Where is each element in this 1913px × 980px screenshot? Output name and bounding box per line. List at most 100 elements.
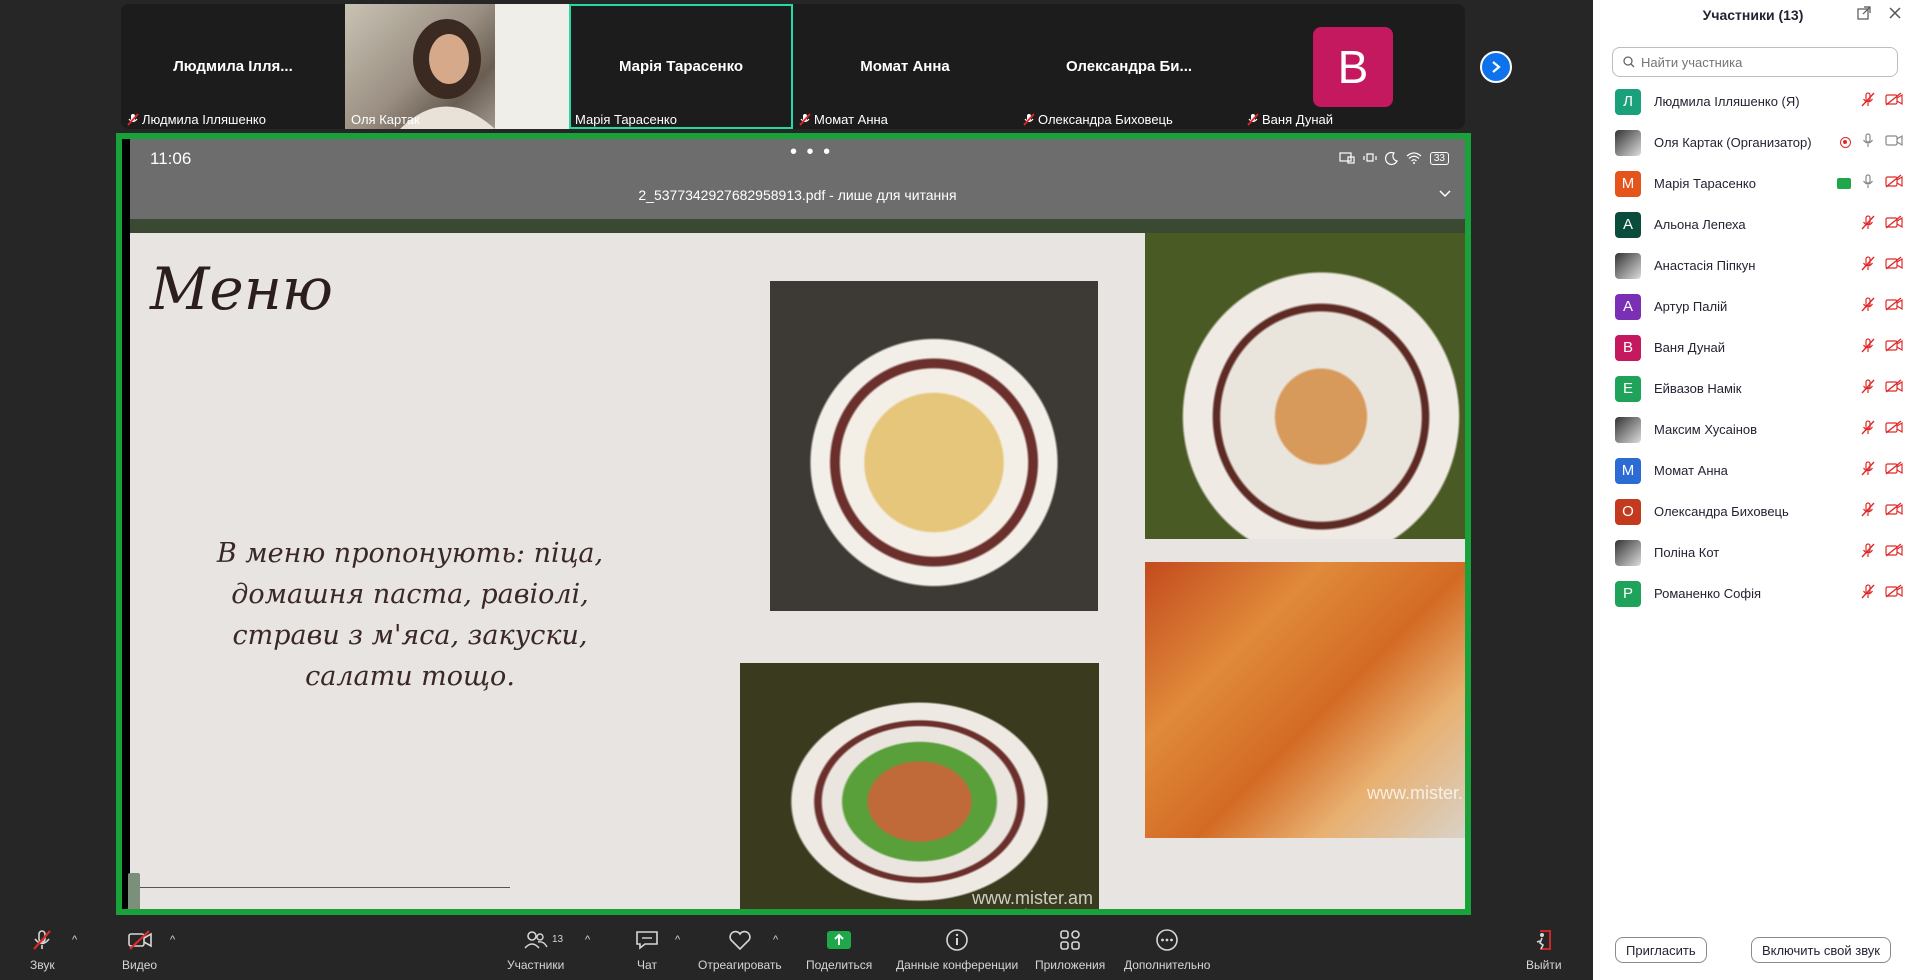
tile-big-name: Марія Тарасенко	[618, 58, 744, 75]
participant-avatar: В	[1615, 334, 1641, 361]
participants-count: 13	[552, 934, 564, 945]
video-tile[interactable]: Момат Анна Момат Анна	[793, 4, 1017, 129]
participant-row[interactable]: В Ваня Дунай	[1593, 327, 1913, 368]
tile-big-name: Олександра Би...	[1065, 58, 1193, 75]
participant-status	[1861, 255, 1903, 276]
video-tile[interactable]: Оля Картак	[345, 4, 569, 129]
participant-search[interactable]	[1612, 47, 1898, 77]
participant-name: Людмила Ілляшенко (Я)	[1654, 94, 1800, 109]
more-label: Дополнительно	[1124, 958, 1211, 972]
video-label: Видео	[122, 958, 158, 972]
more-dots-icon: • • •	[790, 141, 833, 163]
share-screen-icon	[827, 931, 852, 949]
participant-avatar: М	[1615, 170, 1641, 197]
camera-off-icon	[1885, 420, 1903, 439]
strip-next-button[interactable]	[1480, 51, 1512, 83]
participant-row[interactable]: Максим Хусаінов	[1593, 409, 1913, 450]
unmute-myself-button[interactable]: Включить свой звук	[1750, 937, 1891, 963]
video-strip: Людмила Ілля... Людмила Ілляшенко Оля Ка…	[121, 4, 1465, 129]
video-options-caret[interactable]: ^	[170, 934, 175, 946]
tile-tag-text: Ваня Дунай	[1262, 112, 1333, 127]
participant-row[interactable]: Поліна Кот	[1593, 532, 1913, 573]
participant-avatar: А	[1615, 211, 1641, 238]
participant-name: Олександра Биховець	[1654, 504, 1789, 519]
participants-icon	[524, 931, 548, 949]
invite-button[interactable]: Пригласить	[1615, 937, 1707, 963]
participant-name: Ваня Дунай	[1654, 340, 1725, 355]
leave-button[interactable]: Выйти	[1526, 928, 1562, 972]
participant-row[interactable]: О Олександра Биховець	[1593, 491, 1913, 532]
video-tile[interactable]: B Ваня Дунай	[1241, 4, 1465, 129]
mic-muted-icon	[1861, 501, 1875, 522]
video-tile[interactable]: Олександра Би... Олександра Биховець	[1017, 4, 1241, 129]
vibrate-icon	[1363, 153, 1377, 162]
audio-button[interactable]: Звук	[30, 928, 55, 972]
slide-body-text: В меню пропонують: піца, домашня паста, …	[216, 538, 604, 692]
mic-muted-icon	[1861, 337, 1875, 358]
tile-tag-text: Оля Картак	[351, 112, 420, 127]
tile-big-name: Людмила Ілля...	[173, 58, 293, 75]
chevron-down-icon[interactable]	[1439, 185, 1451, 201]
participant-name: Альона Лепеха	[1654, 217, 1746, 232]
photo-watermark-sub: замовлення і доставка страв	[972, 907, 1093, 915]
tile-name-tag: Оля Картак	[351, 112, 420, 127]
device-status-icons: 33	[1339, 151, 1449, 165]
camera-off-icon	[1885, 543, 1903, 562]
tile-name-tag: Олександра Биховець	[1023, 112, 1173, 127]
participants-panel: Участники (13) ЛЛюдмила Ілляшенко (Я)Оля…	[1593, 0, 1913, 980]
audio-label: Звук	[30, 958, 55, 972]
tile-name-tag: Людмила Ілляшенко	[127, 112, 266, 127]
search-input[interactable]	[1641, 54, 1881, 70]
meeting-info-button[interactable]: Данные конференции	[896, 928, 1018, 972]
participant-row[interactable]: М Момат Анна	[1593, 450, 1913, 491]
participants-options-caret[interactable]: ^	[585, 934, 590, 946]
participant-row[interactable]: Оля Картак (Организатор)	[1593, 122, 1913, 163]
camera-off-icon	[1885, 502, 1903, 521]
presentation-slide: Меню В меню пропонують: піца, домашня па…	[128, 233, 1465, 915]
chat-button[interactable]: Чат	[634, 928, 660, 972]
audio-options-caret[interactable]: ^	[72, 934, 77, 946]
participant-row[interactable]: А Артур Палій	[1593, 286, 1913, 327]
share-label: Поделиться	[806, 958, 873, 972]
participant-row[interactable]: Анастасія Піпкун	[1593, 245, 1913, 286]
pdf-title: 2_5377342927682958913.pdf - лише для чит…	[638, 187, 957, 203]
participant-row[interactable]: Е Ейвазов Намік	[1593, 368, 1913, 409]
chat-options-caret[interactable]: ^	[675, 934, 680, 946]
react-button[interactable]: Отреагировать	[698, 928, 782, 972]
screen-icon	[1339, 152, 1355, 164]
leave-label: Выйти	[1526, 958, 1562, 972]
participant-avatar	[1615, 539, 1641, 566]
share-screen-button[interactable]: Поделиться	[806, 928, 872, 972]
camera-off-icon	[1885, 297, 1903, 316]
apps-icon	[1060, 930, 1080, 950]
participant-row[interactable]: Л Людмила Ілляшенко (Я)	[1593, 81, 1913, 122]
participant-status	[1861, 501, 1903, 522]
participant-status	[1861, 419, 1903, 440]
camera-off-icon	[1885, 256, 1903, 275]
video-tile[interactable]: Людмила Ілля... Людмила Ілляшенко	[121, 4, 345, 129]
video-off-icon	[127, 930, 152, 950]
mic-muted-icon	[1861, 419, 1875, 440]
participant-row[interactable]: М Марія Тарасенко	[1593, 163, 1913, 204]
photo-watermark: www.mister.	[1366, 783, 1463, 803]
search-icon	[1623, 56, 1635, 68]
device-clock: 11:06	[150, 149, 192, 168]
sandwich-photo	[1145, 233, 1465, 539]
battery-level: 33	[1429, 151, 1449, 165]
participant-status	[1840, 132, 1903, 153]
apps-button[interactable]: Приложения	[1035, 928, 1105, 972]
popout-icon[interactable]	[1857, 6, 1871, 23]
react-options-caret[interactable]: ^	[773, 934, 778, 946]
participant-avatar	[1615, 129, 1641, 156]
more-button[interactable]: Дополнительно	[1124, 928, 1210, 972]
video-button[interactable]: Видео	[122, 928, 157, 972]
participant-avatar: Р	[1615, 580, 1641, 607]
participant-status	[1861, 337, 1903, 358]
tile-name-tag: Ваня Дунай	[1247, 112, 1333, 127]
pizza-photo: www.mister.	[1145, 562, 1465, 838]
close-icon[interactable]	[1889, 3, 1901, 24]
participant-row[interactable]: А Альона Лепеха	[1593, 204, 1913, 245]
participant-row[interactable]: Р Романенко Софія	[1593, 573, 1913, 614]
video-tile-active-speaker[interactable]: Марія Тарасенко Марія Тарасенко	[569, 4, 793, 129]
side-panel-handle[interactable]	[128, 873, 140, 909]
